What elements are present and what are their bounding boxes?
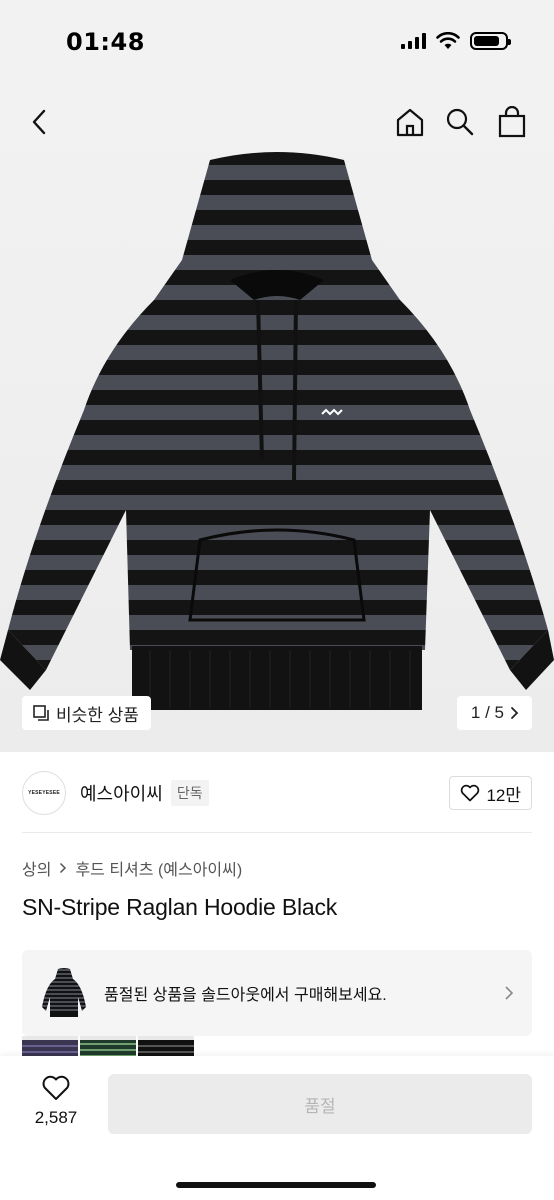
product-photo <box>0 152 554 710</box>
image-page-indicator[interactable]: 1 / 5 <box>456 696 532 730</box>
home-indicator <box>176 1182 376 1188</box>
cellular-signal-icon <box>401 33 426 49</box>
soldout-banner-text: 품절된 상품을 솔드아웃에서 구매해보세요. <box>104 987 387 1004</box>
similar-products-button[interactable]: 비슷한 상품 <box>22 696 151 730</box>
brand-name[interactable]: 예스아이씨 <box>80 780 163 806</box>
chevron-left-icon <box>32 109 46 135</box>
search-icon <box>446 108 474 136</box>
heart-icon <box>461 784 480 802</box>
wishlist-count: 2,587 <box>34 1108 78 1127</box>
bottom-action-bar: 2,587 품절 <box>0 1056 554 1200</box>
breadcrumb-subcategory[interactable]: 후드 티셔츠 (예스아이씨) <box>75 856 242 880</box>
related-thumbnails <box>22 1036 194 1058</box>
breadcrumb-category[interactable]: 상의 <box>22 856 51 880</box>
status-time: 01:48 <box>66 28 145 56</box>
brand-logo[interactable]: YESEYESEE <box>22 771 66 815</box>
soldout-banner[interactable]: 품절된 상품을 솔드아웃에서 구매해보세요. <box>22 950 532 1036</box>
product-image-gallery[interactable]: 비슷한 상품 1 / 5 <box>0 80 554 752</box>
sold-out-button[interactable]: 품절 <box>108 1074 532 1134</box>
brand-logo-text: YESEYESEE <box>28 790 60 796</box>
brand-row: YESEYESEE 예스아이씨 단독 12만 <box>22 770 532 816</box>
heart-icon <box>42 1075 70 1100</box>
brand-like-button[interactable]: 12만 <box>449 776 532 810</box>
related-thumbnail[interactable] <box>22 1036 78 1058</box>
home-icon <box>396 108 424 137</box>
hoodie-thumbnail <box>42 968 86 1017</box>
page-indicator-text: 1 / 5 <box>470 703 504 722</box>
back-button[interactable] <box>20 102 60 142</box>
divider <box>22 832 532 833</box>
similar-products-label: 비슷한 상품 <box>56 705 139 725</box>
wifi-icon <box>436 32 460 49</box>
status-bar: 01:48 <box>0 0 554 80</box>
shopping-bag-button[interactable] <box>492 102 532 142</box>
related-thumbnail[interactable] <box>80 1036 136 1058</box>
chevron-right-icon <box>511 707 519 719</box>
chevron-right-icon <box>505 986 514 1000</box>
chevron-right-icon <box>60 862 67 874</box>
battery-icon <box>470 32 511 50</box>
copy-icon <box>33 705 49 721</box>
breadcrumb: 상의 후드 티셔츠 (예스아이씨) <box>22 856 242 880</box>
status-icons <box>401 32 511 50</box>
shopping-bag-icon <box>498 106 526 138</box>
wishlist-button[interactable]: 2,587 <box>26 1074 86 1128</box>
home-button[interactable] <box>390 102 430 142</box>
related-thumbnail[interactable] <box>138 1036 194 1058</box>
exclusive-badge: 단독 <box>170 780 209 806</box>
search-button[interactable] <box>440 102 480 142</box>
product-title: SN-Stripe Raglan Hoodie Black <box>22 894 338 920</box>
brand-like-count: 12만 <box>486 785 521 805</box>
